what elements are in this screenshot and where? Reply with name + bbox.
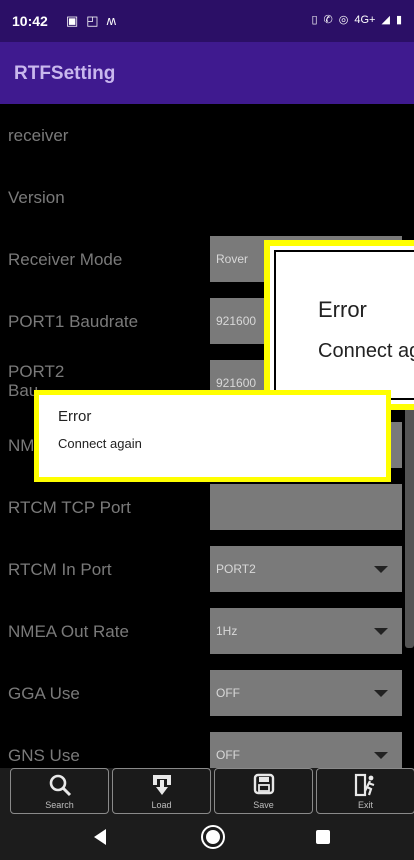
row-label: Receiver Mode [8, 250, 123, 269]
search-button[interactable]: Search [10, 768, 109, 814]
home-icon[interactable] [201, 825, 225, 849]
row-label: RTCM TCP Port [8, 498, 131, 517]
screenshot-icon: ◰ [86, 13, 99, 28]
error-dialog-title: Error [58, 408, 92, 425]
search-button-label: Search [45, 800, 74, 810]
dropdown-arrow-icon [374, 566, 388, 573]
gga-use-value: OFF [216, 686, 240, 700]
nmea-out-rate-select[interactable]: 1Hz [210, 608, 402, 654]
row-gga-use: GGA Use OFF [0, 662, 414, 724]
row-label: receiver [8, 126, 69, 145]
status-bar: 10:42 ▣ ◰ ʍ ▯ ✆ ◎ 4G+ ◢ ▮ [0, 0, 414, 42]
hotspot-icon: ◎ [338, 14, 349, 26]
app-bar: RTFSetting [0, 42, 414, 104]
gns-use-select[interactable]: OFF [210, 732, 402, 768]
rtcm-in-port-select[interactable]: PORT2 [210, 546, 402, 592]
load-button[interactable]: Load [112, 768, 211, 814]
dropdown-arrow-icon [374, 752, 388, 759]
save-button[interactable]: Save [214, 768, 313, 814]
system-nav-bar [0, 814, 414, 860]
bottom-toolbar: Search Load Save Exit [0, 768, 414, 814]
battery-icon: ▮ [395, 14, 402, 26]
download-icon [113, 773, 210, 797]
row-label: NM [8, 436, 35, 455]
dropdown-arrow-icon [374, 690, 388, 697]
row-label: PORT1 Baudrate [8, 312, 139, 331]
row-gns-use: GNS Use OFF [0, 724, 414, 768]
row-label: GGA Use [8, 684, 80, 703]
error-dialog-zoomed: Error Connect again [264, 240, 414, 410]
row-label: GNS Use [8, 746, 80, 765]
back-icon[interactable] [94, 829, 106, 845]
error-dialog-zoomed-message: Connect again [318, 340, 414, 362]
error-dialog[interactable]: Error Connect again [34, 390, 391, 482]
save-icon [215, 773, 312, 795]
row-label-line1: PORT2 [8, 362, 65, 381]
row-nmea-out-rate: NMEA Out Rate 1Hz [0, 600, 414, 662]
receiver-mode-value: Rover [216, 252, 249, 266]
row-label: NMEA Out Rate [8, 622, 129, 641]
exit-icon [317, 773, 414, 797]
exit-button[interactable]: Exit [316, 768, 414, 814]
row-rtcm-tcp-port: RTCM TCP Port [0, 476, 414, 538]
status-time: 10:42 [12, 13, 48, 29]
network-type: 4G+ [354, 13, 376, 26]
row-receiver: receiver [0, 104, 414, 166]
app-title: RTFSetting [14, 63, 116, 84]
app-notification-icon: ʍ [106, 13, 116, 28]
error-dialog-zoomed-body: Error Connect again [274, 250, 414, 400]
row-rtcm-in-port: RTCM In Port PORT2 [0, 538, 414, 600]
row-label: Version [8, 188, 65, 207]
nmea-out-rate-value: 1Hz [216, 624, 238, 638]
row-label: RTCM In Port [8, 560, 112, 579]
notification-icons: ▣ ◰ ʍ [66, 13, 116, 29]
port2-baudrate-value: 921600 [216, 376, 257, 390]
rtcm-tcp-port-input[interactable] [210, 484, 402, 530]
error-dialog-zoomed-title: Error [318, 297, 367, 322]
gga-use-select[interactable]: OFF [210, 670, 402, 716]
recent-apps-icon[interactable] [316, 830, 330, 844]
system-icons: ▯ ✆ ◎ 4G+ ◢ ▮ [311, 13, 402, 27]
rtcm-in-port-value: PORT2 [216, 562, 256, 576]
load-button-label: Load [151, 800, 172, 810]
vibrate-icon: ▯ [311, 14, 318, 26]
dropdown-arrow-icon [374, 628, 388, 635]
error-dialog-message: Connect again [58, 436, 142, 451]
exit-button-label: Exit [357, 800, 373, 810]
port1-baudrate-value: 921600 [216, 314, 257, 328]
gns-use-value: OFF [216, 748, 240, 762]
save-button-label: Save [253, 800, 274, 810]
call-icon: ✆ [323, 14, 333, 26]
row-version: Version [0, 166, 414, 228]
image-icon: ▣ [66, 13, 79, 28]
signal-icon: ◢ [381, 14, 390, 26]
search-icon [11, 773, 108, 797]
